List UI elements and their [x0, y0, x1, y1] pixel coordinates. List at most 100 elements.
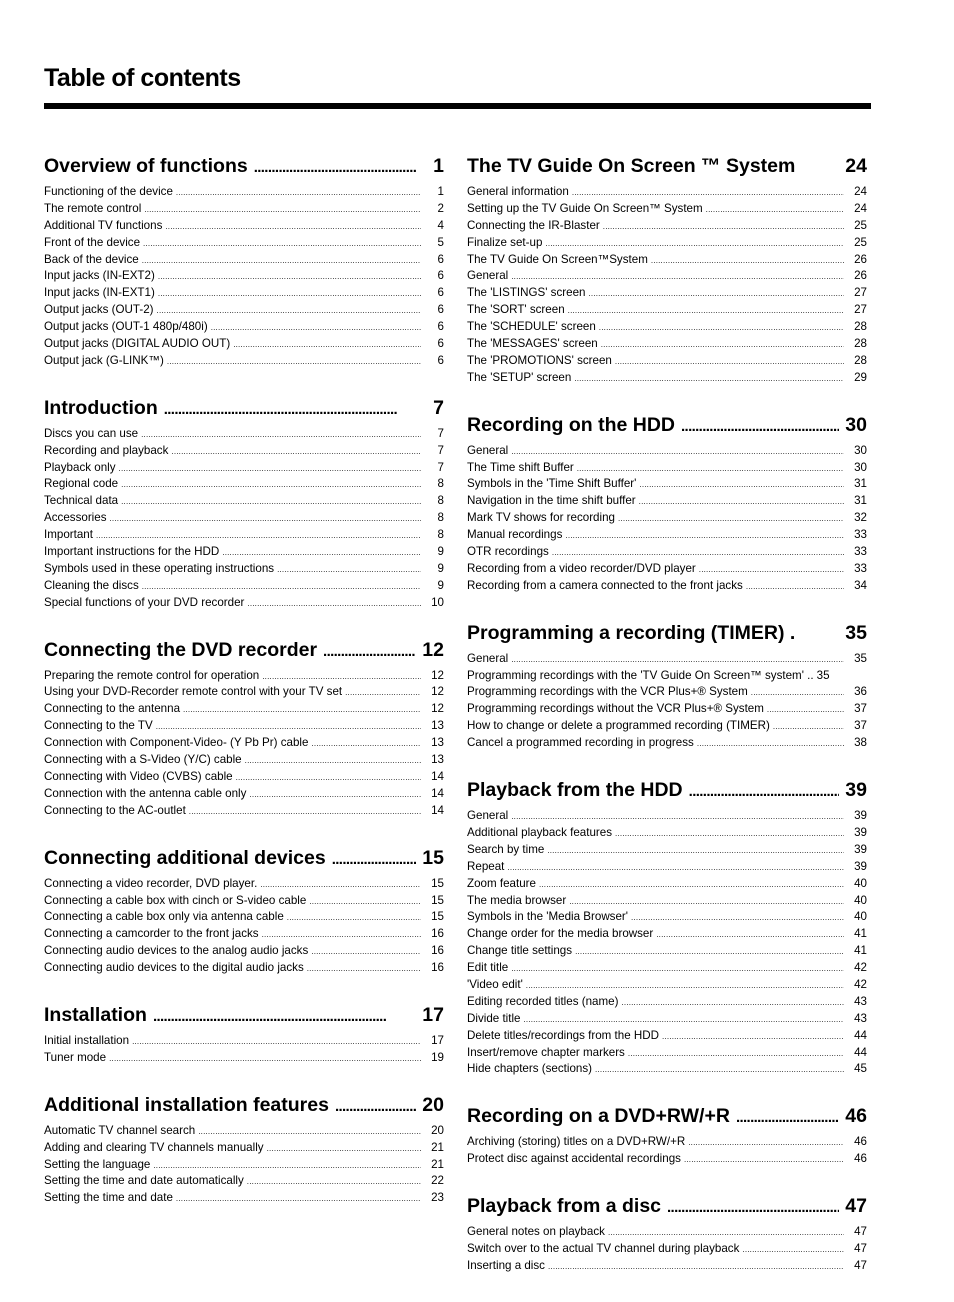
toc-entry[interactable]: Output jack (G-LINK™) 6	[44, 353, 444, 370]
toc-entry[interactable]: General 35	[467, 651, 867, 668]
toc-entry[interactable]: Cancel a programmed recording in progres…	[467, 735, 867, 752]
section-heading[interactable]: Playback from the HDD 39	[467, 774, 867, 806]
toc-entry[interactable]: Recording from a video recorder/DVD play…	[467, 561, 867, 578]
toc-entry[interactable]: The remote control 2	[44, 201, 444, 218]
section-heading[interactable]: Recording on a DVD+RW/+R 46	[467, 1100, 867, 1132]
section-heading[interactable]: Connecting the DVD recorder 12	[44, 634, 444, 666]
toc-entry[interactable]: Protect disc against accidental recordin…	[467, 1151, 867, 1168]
toc-entry[interactable]: Connecting to the AC-outlet 14	[44, 803, 444, 820]
toc-entry[interactable]: Setting the language 21	[44, 1157, 444, 1174]
section-heading[interactable]: Introduction 7	[44, 392, 444, 424]
toc-entry[interactable]: Mark TV shows for recording 32	[467, 510, 867, 527]
toc-entry[interactable]: Divide title 43	[467, 1011, 867, 1028]
section-heading[interactable]: Playback from a disc 47	[467, 1190, 867, 1222]
toc-entry[interactable]: Symbols used in these operating instruct…	[44, 561, 444, 578]
toc-entry[interactable]: Connection with the antenna cable only 14	[44, 786, 444, 803]
toc-entry[interactable]: Connection with Component-Video- (Y Pb P…	[44, 735, 444, 752]
toc-entry[interactable]: Delete titles/recordings from the HDD 44	[467, 1028, 867, 1045]
toc-entry[interactable]: Manual recordings 33	[467, 527, 867, 544]
toc-entry[interactable]: Symbols in the 'Media Browser' 40	[467, 909, 867, 926]
toc-entry[interactable]: Automatic TV channel search 20	[44, 1123, 444, 1140]
toc-entry[interactable]: The Time shift Buffer 30	[467, 460, 867, 477]
toc-entry[interactable]: 'Video edit' 42	[467, 977, 867, 994]
toc-entry[interactable]: Connecting a camcorder to the front jack…	[44, 926, 444, 943]
toc-entry[interactable]: Connecting a cable box with cinch or S-v…	[44, 893, 444, 910]
toc-entry[interactable]: The 'SETUP' screen 29	[467, 370, 867, 387]
toc-entry[interactable]: Additional TV functions 4	[44, 218, 444, 235]
toc-entry[interactable]: Symbols in the 'Time Shift Buffer' 31	[467, 476, 867, 493]
toc-entry[interactable]: General 26	[467, 268, 867, 285]
toc-entry[interactable]: Connecting to the antenna 12	[44, 701, 444, 718]
section-heading[interactable]: Connecting additional devices 15	[44, 842, 444, 874]
toc-entry[interactable]: Connecting audio devices to the digital …	[44, 960, 444, 977]
toc-entry[interactable]: Hide chapters (sections) 45	[467, 1061, 867, 1078]
toc-entry[interactable]: Accessories 8	[44, 510, 444, 527]
toc-entry[interactable]: Connecting audio devices to the analog a…	[44, 943, 444, 960]
toc-entry[interactable]: Recording from a camera connected to the…	[467, 578, 867, 595]
toc-entry[interactable]: The 'SORT' screen 27	[467, 302, 867, 319]
toc-entry[interactable]: Edit title 42	[467, 960, 867, 977]
toc-entry[interactable]: Connecting the IR-Blaster 25	[467, 218, 867, 235]
toc-entry[interactable]: Finalize set-up 25	[467, 235, 867, 252]
toc-entry[interactable]: Playback only 7	[44, 460, 444, 477]
toc-entry[interactable]: Repeat 39	[467, 859, 867, 876]
toc-entry[interactable]: Programming recordings with the VCR Plus…	[467, 684, 867, 701]
toc-entry[interactable]: Tuner mode 19	[44, 1050, 444, 1067]
toc-entry[interactable]: Special functions of your DVD recorder 10	[44, 595, 444, 612]
toc-entry[interactable]: Connecting to the TV 13	[44, 718, 444, 735]
toc-entry[interactable]: Connecting with a S-Video (Y/C) cable 13	[44, 752, 444, 769]
toc-entry[interactable]: Preparing the remote control for operati…	[44, 668, 444, 685]
toc-entry[interactable]: General notes on playback 47	[467, 1224, 867, 1241]
toc-entry[interactable]: Zoom feature 40	[467, 876, 867, 893]
toc-entry[interactable]: Adding and clearing TV channels manually…	[44, 1140, 444, 1157]
section-heading[interactable]: The TV Guide On Screen ™ System 24	[467, 150, 867, 182]
toc-entry[interactable]: Important 8	[44, 527, 444, 544]
toc-entry[interactable]: Change order for the media browser 41	[467, 926, 867, 943]
section-heading[interactable]: Recording on the HDD 30	[467, 409, 867, 441]
toc-entry[interactable]: Programming recordings without the VCR P…	[467, 701, 867, 718]
toc-entry[interactable]: Regional code 8	[44, 476, 444, 493]
section-heading[interactable]: Installation 17	[44, 999, 444, 1031]
toc-entry[interactable]: Back of the device 6	[44, 252, 444, 269]
toc-entry[interactable]: Discs you can use 7	[44, 426, 444, 443]
toc-entry[interactable]: Switch over to the actual TV channel dur…	[467, 1241, 867, 1258]
toc-entry[interactable]: Navigation in the time shift buffer 31	[467, 493, 867, 510]
toc-entry[interactable]: General 39	[467, 808, 867, 825]
toc-entry[interactable]: Change title settings 41	[467, 943, 867, 960]
toc-entry[interactable]: Setting up the TV Guide On Screen™ Syste…	[467, 201, 867, 218]
toc-entry[interactable]: General 30	[467, 443, 867, 460]
toc-entry[interactable]: Setting the time and date automatically 2…	[44, 1173, 444, 1190]
toc-entry[interactable]: Insert/remove chapter markers 44	[467, 1045, 867, 1062]
toc-entry[interactable]: Setting the time and date 23	[44, 1190, 444, 1207]
toc-entry[interactable]: OTR recordings 33	[467, 544, 867, 561]
toc-entry[interactable]: Input jacks (IN-EXT1) 6	[44, 285, 444, 302]
section-heading[interactable]: Additional installation features 20	[44, 1089, 444, 1121]
toc-entry[interactable]: The 'MESSAGES' screen 28	[467, 336, 867, 353]
toc-entry[interactable]: The 'LISTINGS' screen 27	[467, 285, 867, 302]
toc-entry[interactable]: Recording and playback 7	[44, 443, 444, 460]
toc-entry[interactable]: Additional playback features 39	[467, 825, 867, 842]
toc-entry[interactable]: Initial installation 17	[44, 1033, 444, 1050]
toc-entry[interactable]: Archiving (storing) titles on a DVD+RW/+…	[467, 1134, 867, 1151]
toc-entry[interactable]: Editing recorded titles (name) 43	[467, 994, 867, 1011]
toc-entry[interactable]: Connecting a video recorder, DVD player.…	[44, 876, 444, 893]
toc-entry[interactable]: Important instructions for the HDD 9	[44, 544, 444, 561]
toc-entry[interactable]: The TV Guide On Screen™System 26	[467, 252, 867, 269]
toc-entry[interactable]: The media browser 40	[467, 893, 867, 910]
toc-entry[interactable]: Search by time 39	[467, 842, 867, 859]
toc-entry[interactable]: Input jacks (IN-EXT2) 6	[44, 268, 444, 285]
toc-entry[interactable]: Output jacks (OUT-2) 6	[44, 302, 444, 319]
toc-entry[interactable]: How to change or delete a programmed rec…	[467, 718, 867, 735]
toc-entry[interactable]: General information 24	[467, 184, 867, 201]
toc-entry[interactable]: Output jacks (DIGITAL AUDIO OUT) 6	[44, 336, 444, 353]
toc-entry[interactable]: Technical data 8	[44, 493, 444, 510]
toc-entry[interactable]: Connecting a cable box only via antenna …	[44, 909, 444, 926]
toc-entry[interactable]: Output jacks (OUT-1 480p/480i) 6	[44, 319, 444, 336]
toc-entry[interactable]: The 'PROMOTIONS' screen 28	[467, 353, 867, 370]
toc-entry[interactable]: Inserting a disc 47	[467, 1258, 867, 1275]
toc-entry[interactable]: Using your DVD-Recorder remote control w…	[44, 684, 444, 701]
toc-entry[interactable]: Functioning of the device 1	[44, 184, 444, 201]
toc-entry[interactable]: Front of the device 5	[44, 235, 444, 252]
toc-entry[interactable]: Connecting with Video (CVBS) cable 14	[44, 769, 444, 786]
section-heading[interactable]: Programming a recording (TIMER) . 35	[467, 617, 867, 649]
